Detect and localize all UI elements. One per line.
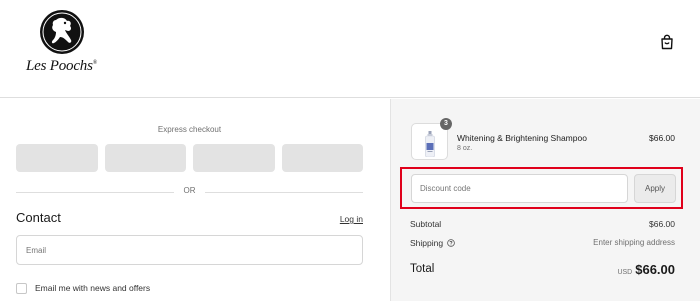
shampoo-bottle-icon xyxy=(425,131,435,157)
checkout-form: Express checkout OR Contact Log in Email… xyxy=(0,99,380,301)
or-label: OR xyxy=(183,186,196,195)
express-pay-button-4[interactable] xyxy=(282,144,363,172)
shipping-row-label: Shipping xyxy=(410,238,455,248)
product-variant: 8 oz. xyxy=(457,145,473,152)
currency-code: USD xyxy=(617,269,633,276)
subtotal-value: $66.00 xyxy=(649,219,675,229)
quantity-badge: 3 xyxy=(440,118,452,130)
shopping-bag-icon[interactable] xyxy=(660,34,674,50)
brand-logo[interactable]: Les Poochs® xyxy=(26,8,118,80)
discount-code-input[interactable] xyxy=(411,174,628,203)
email-field[interactable] xyxy=(16,235,363,265)
total-label: Total xyxy=(410,263,435,275)
login-link[interactable]: Log in xyxy=(336,214,363,224)
express-pay-button-3[interactable] xyxy=(193,144,275,172)
contact-heading: Contact xyxy=(16,210,61,225)
newsletter-option[interactable]: Email me with news and offers xyxy=(16,282,150,294)
or-divider: OR xyxy=(16,186,363,198)
express-pay-button-1[interactable] xyxy=(16,144,98,172)
shipping-label: Shipping xyxy=(410,238,444,248)
site-header: Les Poochs® xyxy=(0,0,700,98)
poodle-logo-icon xyxy=(40,10,84,54)
brand-name: Les Poochs® xyxy=(26,58,98,74)
express-checkout-title: Express checkout xyxy=(157,125,222,134)
order-summary: 3 Whitening & Brightening Shampoo 8 oz. … xyxy=(390,99,700,301)
apply-discount-button[interactable]: Apply xyxy=(634,174,676,203)
newsletter-checkbox[interactable] xyxy=(16,282,27,294)
express-pay-button-2[interactable] xyxy=(105,144,186,172)
newsletter-label: Email me with news and offers xyxy=(35,283,151,293)
total-amount: USD $66.00 xyxy=(521,261,675,279)
subtotal-label: Subtotal xyxy=(410,219,442,229)
divider-line-right xyxy=(205,192,363,193)
product-name: Whitening & Brightening Shampoo xyxy=(457,133,587,143)
shipping-value: Enter shipping address xyxy=(593,238,675,247)
total-value: $66.00 xyxy=(635,262,675,277)
product-price: $66.00 xyxy=(649,133,675,143)
info-icon[interactable] xyxy=(447,239,455,247)
